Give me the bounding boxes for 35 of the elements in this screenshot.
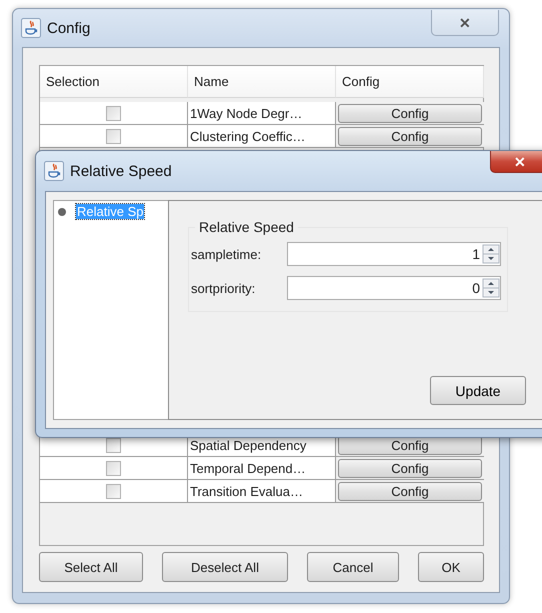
- column-header[interactable]: Name: [188, 66, 336, 98]
- update-button[interactable]: Update: [430, 376, 526, 405]
- window-title: Config: [47, 20, 90, 36]
- spinner-arrows-icon[interactable]: [482, 244, 500, 264]
- checkbox[interactable]: [106, 484, 121, 498]
- tree-node-icon: [58, 208, 66, 216]
- checkbox[interactable]: [106, 438, 121, 452]
- name-cell: Clustering Coeffic…: [188, 125, 336, 148]
- checkbox[interactable]: [106, 128, 121, 144]
- window-title: Relative Speed: [70, 162, 172, 180]
- name-cell: Transition Evalua…: [188, 480, 336, 503]
- field-label: sortpriority:: [191, 280, 256, 296]
- config-button[interactable]: Config: [338, 482, 482, 500]
- column-header[interactable]: Selection: [40, 66, 188, 98]
- group-title: Relative Speed: [198, 219, 295, 235]
- column-header[interactable]: Config: [336, 66, 484, 98]
- java-cup-icon: [44, 161, 64, 181]
- spinner-field[interactable]: 0: [287, 276, 501, 300]
- config-button[interactable]: Config: [338, 104, 482, 122]
- spinner-arrows-icon[interactable]: [482, 278, 500, 298]
- dialog-button[interactable]: OK: [418, 552, 484, 582]
- spinner-field[interactable]: 1: [287, 242, 501, 266]
- dialog-button[interactable]: Deselect All: [162, 552, 288, 582]
- dialog-button[interactable]: Cancel: [307, 552, 399, 582]
- name-cell: Temporal Depend…: [188, 457, 336, 480]
- close-button[interactable]: ✕: [490, 151, 542, 173]
- checkbox[interactable]: [106, 106, 121, 120]
- config-button[interactable]: Config: [338, 458, 482, 478]
- name-cell: 1Way Node Degr…: [188, 102, 336, 125]
- config-button[interactable]: Config: [338, 126, 482, 146]
- close-button[interactable]: ✕: [431, 10, 499, 36]
- dialog-button[interactable]: Select All: [39, 552, 143, 582]
- java-cup-icon: [21, 18, 41, 38]
- field-label: sampletime:: [191, 246, 262, 262]
- checkbox[interactable]: [106, 460, 121, 476]
